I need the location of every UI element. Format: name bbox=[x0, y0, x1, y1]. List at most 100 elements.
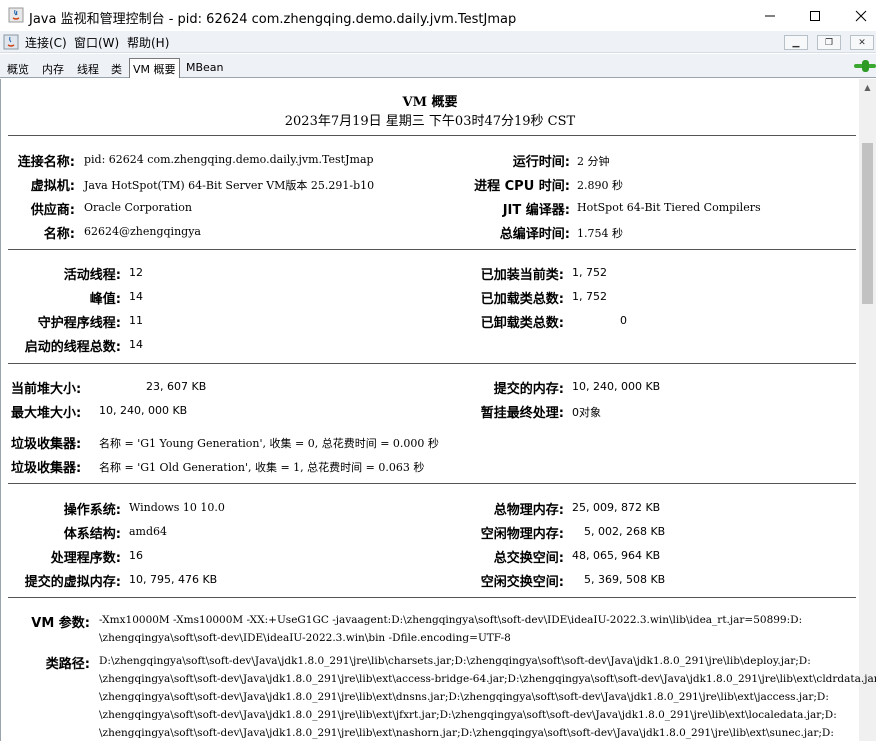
free-swap-space-value: 5, 369, 508 KB bbox=[584, 573, 666, 586]
internal-frame-icon[interactable] bbox=[3, 34, 19, 50]
uptime-value: 2 分钟 bbox=[577, 155, 610, 168]
total-compile-time-value: 1.754 秒 bbox=[577, 227, 623, 240]
os-label: 操作系统: bbox=[63, 503, 121, 518]
gc-young-value: 名称 = 'G1 Young Generation', 收集 = 0, 总花费时… bbox=[99, 437, 439, 450]
total-physical-memory-value: 25, 009, 872 KB bbox=[572, 501, 661, 514]
vendor-value: Oracle Corporation bbox=[84, 201, 192, 214]
committed-memory-label: 提交的内存: bbox=[493, 382, 564, 397]
summary-datetime: 2023年7月19日 星期三 下午03时47分19秒 CST bbox=[284, 114, 576, 129]
tab-classes[interactable]: 类 bbox=[108, 59, 125, 78]
processors-value: 16 bbox=[129, 549, 143, 562]
section-divider bbox=[8, 363, 856, 364]
total-threads-started-label: 启动的线程总数: bbox=[24, 340, 121, 355]
gc-old-label: 垃圾收集器: bbox=[11, 461, 82, 476]
section-divider bbox=[8, 249, 856, 250]
vm-args-line: -Xmx10000M -Xms10000M -XX:+UseG1GC -java… bbox=[99, 614, 803, 626]
vm-args-line: \zhengqingya\soft\soft-dev\IDE\ideaIU-20… bbox=[99, 632, 511, 644]
classpath-label: 类路径: bbox=[45, 657, 90, 672]
classpath-line: \zhengqingya\soft\soft-dev\Java\jdk1.8.0… bbox=[99, 709, 837, 721]
live-threads-value: 12 bbox=[129, 266, 143, 279]
process-cpu-time-value: 2.890 秒 bbox=[577, 179, 623, 192]
total-classes-loaded-value: 1, 752 bbox=[572, 290, 607, 303]
daemon-threads-label: 守护程序线程: bbox=[37, 316, 121, 331]
classpath-line: \zhengqingya\soft\soft-dev\Java\jdk1.8.0… bbox=[99, 691, 829, 703]
minimize-icon: ▁ bbox=[792, 37, 800, 48]
minimize-icon bbox=[765, 15, 775, 16]
max-heap-size-value: 10, 240, 000 KB bbox=[99, 404, 188, 417]
committed-virtual-memory-label: 提交的虚拟内存: bbox=[24, 575, 121, 590]
scrollbar-thumb[interactable] bbox=[862, 143, 873, 304]
section-divider bbox=[8, 135, 856, 136]
current-heap-size-value: 23, 607 KB bbox=[146, 380, 207, 393]
vertical-scrollbar[interactable]: ▲ bbox=[859, 79, 876, 741]
menu-help[interactable]: 帮助(H) bbox=[127, 34, 169, 51]
architecture-value: amd64 bbox=[129, 525, 168, 538]
menu-window[interactable]: 窗口(W) bbox=[74, 34, 119, 51]
tab-memory[interactable]: 内存 bbox=[39, 59, 67, 78]
total-classes-unloaded-value: 0 bbox=[620, 314, 627, 327]
classpath-line: \zhengqingya\soft\soft-dev\Java\jdk1.8.0… bbox=[99, 727, 834, 739]
total-swap-space-value: 48, 065, 964 KB bbox=[572, 549, 661, 562]
frame-close-button[interactable]: ✕ bbox=[850, 35, 874, 50]
current-classes-loaded-value: 1, 752 bbox=[572, 266, 607, 279]
current-heap-size-label: 当前堆大小: bbox=[11, 382, 82, 397]
close-icon: ✕ bbox=[858, 37, 866, 48]
current-classes-loaded-label: 已加装当前类: bbox=[480, 268, 564, 283]
max-heap-size-label: 最大堆大小: bbox=[11, 406, 82, 421]
title-bar[interactable]: Java 监视和管理控制台 - pid: 62624 com.zhengqing… bbox=[0, 0, 876, 31]
frame-restore-button[interactable]: ❐ bbox=[817, 35, 841, 50]
free-swap-space-label: 空闲交换空间: bbox=[480, 575, 564, 590]
tab-bar: 概览 内存 线程 类 VM 概要 MBean bbox=[0, 54, 876, 78]
gc-young-label: 垃圾收集器: bbox=[11, 437, 82, 452]
minimize-button[interactable] bbox=[747, 0, 793, 31]
architecture-label: 体系结构: bbox=[63, 527, 121, 542]
pending-finalization-label: 暂挂最终处理: bbox=[480, 406, 564, 421]
vm-label: 虚拟机: bbox=[30, 179, 75, 194]
committed-memory-value: 10, 240, 000 KB bbox=[572, 380, 661, 393]
name-value: 62624@zhengqingya bbox=[84, 225, 201, 238]
total-compile-time-label: 总编译时间: bbox=[499, 227, 570, 242]
process-cpu-time-label: 进程 CPU 时间: bbox=[474, 179, 570, 194]
tab-threads[interactable]: 线程 bbox=[74, 59, 102, 78]
total-swap-space-label: 总交换空间: bbox=[493, 551, 564, 566]
committed-virtual-memory-value: 10, 795, 476 KB bbox=[129, 573, 218, 586]
os-value: Windows 10 10.0 bbox=[129, 501, 225, 514]
free-physical-memory-label: 空闲物理内存: bbox=[480, 527, 564, 542]
daemon-threads-value: 11 bbox=[129, 314, 143, 327]
tab-mbean[interactable]: MBean bbox=[183, 59, 227, 78]
menu-connection[interactable]: 连接(C) bbox=[25, 34, 67, 51]
maximize-button[interactable] bbox=[792, 0, 838, 31]
section-divider bbox=[8, 597, 856, 598]
window-title: Java 监视和管理控制台 - pid: 62624 com.zhengqing… bbox=[29, 12, 517, 27]
connection-name-value: pid: 62624 com.zhengqing.demo.daily.jvm.… bbox=[84, 153, 374, 166]
menu-bar: 连接(C) 窗口(W) 帮助(H) ▁ ❐ ✕ bbox=[0, 31, 876, 53]
jit-compiler-label: JIT 编译器: bbox=[502, 203, 570, 218]
jit-compiler-value: HotSpot 64-Bit Tiered Compilers bbox=[577, 201, 761, 214]
peak-threads-label: 峰值: bbox=[89, 292, 121, 307]
pending-finalization-value: 0对象 bbox=[572, 406, 601, 419]
peak-threads-value: 14 bbox=[129, 290, 143, 303]
connection-status-icon bbox=[854, 60, 876, 72]
maximize-icon bbox=[810, 10, 820, 21]
vendor-label: 供应商: bbox=[30, 203, 75, 218]
total-classes-unloaded-label: 已卸载类总数: bbox=[480, 316, 564, 331]
classpath-line: \zhengqingya\soft\soft-dev\Java\jdk1.8.0… bbox=[99, 673, 876, 685]
section-divider bbox=[8, 483, 856, 484]
processors-label: 处理程序数: bbox=[50, 551, 121, 566]
total-physical-memory-label: 总物理内存: bbox=[493, 503, 564, 518]
restore-icon: ❐ bbox=[824, 37, 834, 48]
vm-value: Java HotSpot(TM) 64-Bit Server VM版本 25.2… bbox=[84, 179, 375, 192]
total-classes-loaded-label: 已加载类总数: bbox=[480, 292, 564, 307]
tab-overview[interactable]: 概览 bbox=[4, 59, 32, 78]
total-threads-started-value: 14 bbox=[129, 338, 143, 351]
classpath-line: D:\zhengqingya\soft\soft-dev\Java\jdk1.8… bbox=[99, 655, 811, 667]
tab-vm-summary[interactable]: VM 概要 bbox=[129, 58, 180, 78]
vm-args-label: VM 参数: bbox=[31, 616, 90, 631]
scroll-up-arrow-icon[interactable]: ▲ bbox=[859, 79, 876, 96]
close-button[interactable] bbox=[838, 0, 876, 31]
java-app-icon bbox=[8, 7, 24, 23]
connection-name-label: 连接名称: bbox=[17, 155, 75, 170]
gc-old-value: 名称 = 'G1 Old Generation', 收集 = 1, 总花费时间 … bbox=[99, 461, 425, 474]
frame-minimize-button[interactable]: ▁ bbox=[784, 35, 808, 50]
close-icon bbox=[855, 10, 867, 21]
